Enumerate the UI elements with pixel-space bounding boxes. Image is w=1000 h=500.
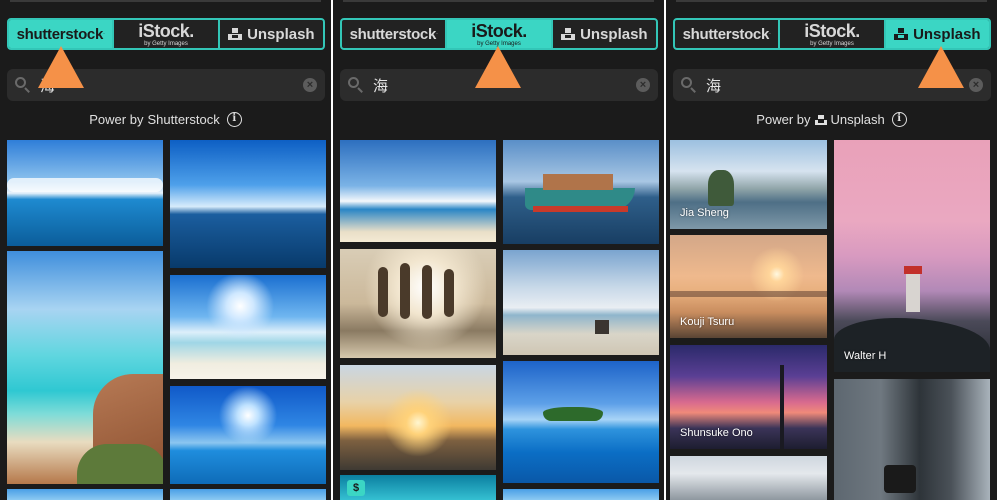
info-icon[interactable]: i [891,112,907,127]
result-image[interactable] [503,489,659,500]
result-image[interactable] [670,456,827,500]
tab-unsplash-label: Unsplash [913,25,981,43]
arrow-indicator-icon [918,46,964,88]
unsplash-logo-icon [561,28,576,40]
result-image[interactable] [7,489,163,500]
result-image[interactable] [340,140,496,242]
top-divider [343,0,654,2]
tab-shutterstock[interactable]: shutterstock · [675,20,781,48]
result-image[interactable] [340,249,496,358]
clear-icon[interactable]: × [969,78,983,92]
unsplash-logo-icon [814,114,827,125]
tab-unsplash[interactable]: Unsplash [885,20,989,48]
attribution-source: Unsplash [830,112,885,127]
search-icon [15,77,31,93]
result-image[interactable] [170,386,326,484]
photo-credit: Walter H [844,350,887,362]
tab-istock-label: iStock. [804,20,860,41]
result-image[interactable]: Jia Sheng [670,140,827,229]
result-image[interactable] [503,140,659,244]
clear-icon[interactable]: × [303,78,317,92]
tab-istock[interactable]: iStock. by Getty Images [780,20,886,48]
photo-credit: Kouji Tsuru [680,316,735,328]
result-image[interactable]: Shunsuke Ono [670,345,827,449]
paid-badge: $ [347,480,365,496]
result-image[interactable] [340,365,496,470]
tab-unsplash-label: Unsplash [580,25,648,43]
result-image[interactable]: Kouji Tsuru [670,235,827,338]
top-divider [10,0,321,2]
unsplash-logo-icon [228,28,243,40]
tab-shutterstock-label: shutterstock [682,25,770,43]
result-image[interactable]: $ [340,475,496,500]
top-divider [676,0,987,2]
search-icon [681,77,697,93]
tab-istock-label: iStock. [471,20,527,41]
unsplash-logo-icon [894,28,909,40]
tab-unsplash[interactable]: Unsplash [553,20,656,48]
arrow-indicator-icon [475,46,521,88]
attribution: Power by Unsplash i [666,112,997,127]
info-icon[interactable]: i [226,112,242,127]
result-image[interactable] [7,140,163,246]
attribution-source: Shutterstock [147,112,220,127]
tab-istock[interactable]: iStock. by Getty Images [114,20,220,48]
tab-shutterstock-label: shutterstock [16,25,104,43]
tab-unsplash[interactable]: Unsplash [220,20,323,48]
result-image[interactable] [503,250,659,355]
result-image[interactable] [7,251,163,484]
panel-unsplash: shutterstock · iStock. by Getty Images Un… [666,0,997,500]
tab-unsplash-label: Unsplash [247,25,315,43]
result-image[interactable] [834,379,990,500]
tab-istock-label: iStock. [138,20,194,41]
attribution-prefix: Power by [756,112,811,127]
result-image[interactable] [170,489,326,500]
attribution-prefix: Power by [89,112,144,127]
result-image[interactable] [170,140,326,268]
tab-shutterstock[interactable]: shutterstock · [342,20,448,48]
tab-istock-sublabel: by Getty Images [144,40,188,47]
tab-shutterstock[interactable]: shutterstock · [9,20,115,48]
photo-credit: Jia Sheng [680,207,729,219]
photo-credit: Shunsuke Ono [680,427,753,439]
result-image[interactable] [170,275,326,379]
attribution: Power by Shutterstock i [0,112,331,127]
arrow-indicator-icon [38,46,84,88]
tab-istock[interactable]: iStock. by Getty Images [447,20,553,48]
clear-icon[interactable]: × [636,78,650,92]
result-image[interactable] [503,361,659,483]
tab-istock-sublabel: by Getty Images [810,40,854,47]
panel-istock: shutterstock · iStock. by Getty Images Un… [333,0,664,500]
search-icon [348,77,364,93]
result-image[interactable]: Walter H [834,140,990,372]
panel-shutterstock: shutterstock · iStock. by Getty Images Un… [0,0,331,500]
tab-shutterstock-label: shutterstock [349,25,437,43]
